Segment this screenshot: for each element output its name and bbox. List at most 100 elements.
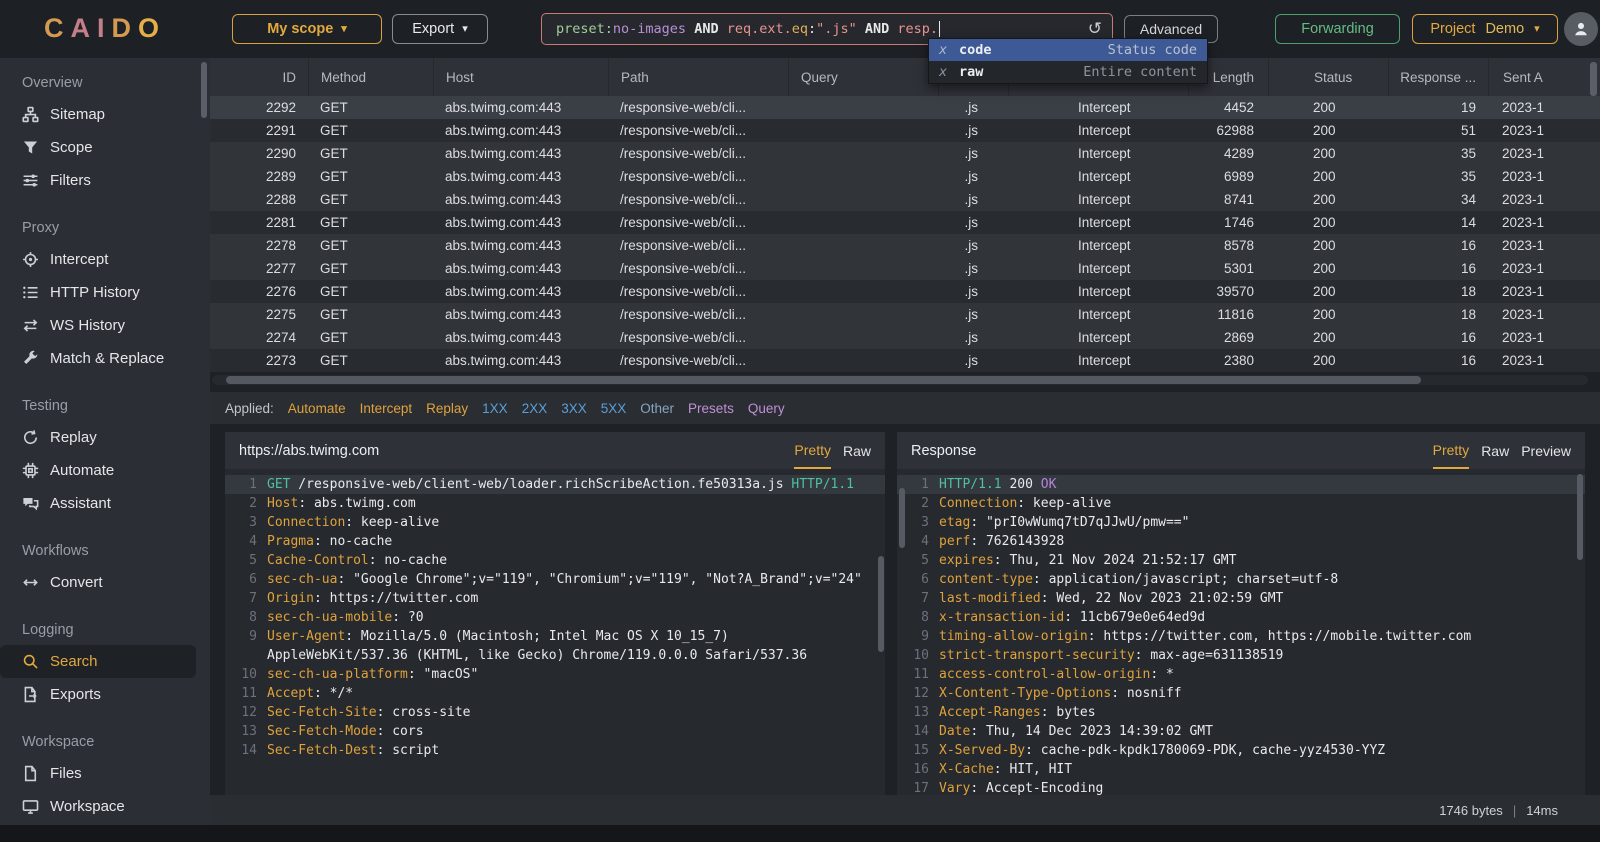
sidebar-item-scope[interactable]: Scope xyxy=(0,131,210,164)
table-row[interactable]: 2275 GET abs.twimg.com:443/responsive-web/… xyxy=(210,303,1600,326)
sidebar-item-automate[interactable]: Automate xyxy=(0,454,210,487)
table-cell: 62988 xyxy=(1216,123,1254,138)
line-number: 8 xyxy=(249,610,257,625)
table-cell: abs.twimg.com:443 xyxy=(445,284,562,299)
tab-pretty[interactable]: Pretty xyxy=(1432,432,1470,469)
search-query[interactable]: preset:no-images AND req.ext.eq:".js" AN… xyxy=(556,21,1082,37)
sidebar-item-replay[interactable]: Replay xyxy=(0,421,210,454)
sidebar-item-exports[interactable]: Exports xyxy=(0,678,210,711)
user-avatar[interactable] xyxy=(1564,12,1598,46)
filter-chip-other[interactable]: Other xyxy=(640,401,674,416)
table-row[interactable]: 2288 GET abs.twimg.com:443/responsive-web/… xyxy=(210,188,1600,211)
code-content: perf: 7626143928 xyxy=(939,534,1065,549)
table-row[interactable]: 2291 GET abs.twimg.com:443/responsive-web/… xyxy=(210,119,1600,142)
sidebar-item-files[interactable]: Files xyxy=(0,757,210,790)
table-row[interactable]: 2278 GET abs.twimg.com:443/responsive-web/… xyxy=(210,234,1600,257)
table-cell: GET xyxy=(320,353,348,368)
sidebar-item-filters[interactable]: Filters xyxy=(0,164,210,197)
column-header[interactable]: Response ... xyxy=(1388,58,1488,96)
line-number: 5 xyxy=(921,553,929,568)
code-content: Accept-Ranges: bytes xyxy=(939,705,1096,720)
table-cell: GET xyxy=(320,169,348,184)
table-vscroll-thumb[interactable] xyxy=(1590,62,1597,96)
column-header[interactable]: Host xyxy=(433,58,608,96)
sidebar-scrollbar[interactable] xyxy=(201,62,207,118)
filter-chip-intercept[interactable]: Intercept xyxy=(360,401,413,416)
table-cell: .js xyxy=(964,353,979,368)
sidebar-item-label: Workspace xyxy=(50,798,125,815)
applied-filters-bar: Applied: Automate Intercept Replay 1XX 2XX 3X… xyxy=(210,392,1600,424)
filter-chip-2xx[interactable]: 2XX xyxy=(522,401,548,416)
autocomplete-option-raw[interactable]: x raw Entire content xyxy=(929,61,1207,83)
table-cell: 18 xyxy=(1460,284,1476,299)
response-editor[interactable]: 1 HTTP/1.1 200 OK 2 Connection: keep-alive 3… xyxy=(897,469,1585,795)
table-cell: .js xyxy=(964,261,979,276)
sidebar-item-workspace[interactable]: Workspace xyxy=(0,790,210,823)
sidebar-item-label: Automate xyxy=(50,462,115,479)
table-cell: 2023-1 xyxy=(1502,146,1545,161)
sidebar-item-search[interactable]: Search xyxy=(0,645,196,678)
export-dropdown[interactable]: Export ▾ xyxy=(392,14,488,44)
filter-chip-query[interactable]: Query xyxy=(748,401,785,416)
filter-chip-1xx[interactable]: 1XX xyxy=(482,401,508,416)
column-header[interactable]: Path xyxy=(608,58,788,96)
refresh-query-icon[interactable]: ↺ xyxy=(1088,19,1102,39)
project-dropdown[interactable]: Project Demo ▾ xyxy=(1412,14,1558,44)
sidebar-item-sitemap[interactable]: Sitemap xyxy=(0,98,210,131)
filter-chip-3xx[interactable]: 3XX xyxy=(561,401,587,416)
column-header[interactable]: ID xyxy=(210,58,308,96)
code-line: 6 content-type: application/javascript; c… xyxy=(897,570,1585,589)
table-row[interactable]: 2277 GET abs.twimg.com:443/responsive-web/… xyxy=(210,257,1600,280)
table-cell: /responsive-web/cli... xyxy=(620,100,747,115)
type-indicator: x xyxy=(939,64,948,80)
table-cell: abs.twimg.com:443 xyxy=(445,330,562,345)
table-row[interactable]: 2289 GET abs.twimg.com:443/responsive-web/… xyxy=(210,165,1600,188)
sidebar-nav: Overview Sitemap Scope Filters Proxy Intercep… xyxy=(0,58,210,825)
tab-raw[interactable]: Raw xyxy=(843,432,871,469)
table-row[interactable]: 2273 GET abs.twimg.com:443/responsive-web/… xyxy=(210,349,1600,372)
table-hscroll-thumb[interactable] xyxy=(226,376,1421,384)
tab-pretty[interactable]: Pretty xyxy=(794,432,831,469)
sidebar-item-http-history[interactable]: HTTP History xyxy=(0,276,210,309)
filter-chip-5xx[interactable]: 5XX xyxy=(601,401,627,416)
forwarding-button[interactable]: Forwarding xyxy=(1275,14,1400,44)
response-scrollbar-thumb[interactable] xyxy=(1577,474,1583,560)
sidebar-item-convert[interactable]: Convert xyxy=(0,566,210,599)
line-number: 10 xyxy=(241,667,257,682)
filter-chip-automate[interactable]: Automate xyxy=(288,401,346,416)
table-cell: 35 xyxy=(1460,146,1476,161)
chevron-down-icon: ▾ xyxy=(1534,22,1540,35)
my-scope-dropdown[interactable]: My scope ▾ xyxy=(232,14,382,44)
sidebar-item-match-replace[interactable]: Match & Replace xyxy=(0,342,210,375)
table-row[interactable]: 2292 GET abs.twimg.com:443/responsive-web/… xyxy=(210,96,1600,119)
tab-raw[interactable]: Raw xyxy=(1481,432,1509,469)
table-cell: 8578 xyxy=(1223,238,1254,253)
filter-chip-replay[interactable]: Replay xyxy=(426,401,468,416)
column-header[interactable]: Sent A xyxy=(1488,58,1586,96)
table-row[interactable]: 2276 GET abs.twimg.com:443/responsive-web/… xyxy=(210,280,1600,303)
request-editor[interactable]: 1 GET /responsive-web/client-web/loader.r… xyxy=(225,469,885,760)
table-cell: 200 xyxy=(1313,169,1336,184)
table-hscroll-track[interactable] xyxy=(212,375,1588,385)
column-header[interactable]: Method xyxy=(308,58,433,96)
column-header[interactable]: Query xyxy=(788,58,938,96)
wrench-icon xyxy=(24,350,38,365)
chevron-down-icon: ▾ xyxy=(341,22,347,35)
table-cell: GET xyxy=(320,284,348,299)
tab-preview[interactable]: Preview xyxy=(1521,432,1571,469)
table-cell: GET xyxy=(320,238,348,253)
sidebar-item-label: Scope xyxy=(50,139,93,156)
sidebar-item-intercept[interactable]: Intercept xyxy=(0,243,210,276)
column-header[interactable]: Status xyxy=(1268,58,1388,96)
filter-chip-presets[interactable]: Presets xyxy=(688,401,734,416)
sidebar-section-label: Testing xyxy=(22,398,68,414)
sidebar-item-assistant[interactable]: Assistant xyxy=(0,487,210,520)
table-row[interactable]: 2290 GET abs.twimg.com:443/responsive-web/… xyxy=(210,142,1600,165)
table-row[interactable]: 2274 GET abs.twimg.com:443/responsive-web/… xyxy=(210,326,1600,349)
sidebar-item-ws-history[interactable]: WS History xyxy=(0,309,210,342)
table-cell: 2290 xyxy=(265,146,296,161)
autocomplete-option-code[interactable]: x code Status code xyxy=(929,39,1207,61)
request-scrollbar-thumb[interactable] xyxy=(878,556,884,652)
table-row[interactable]: 2281 GET abs.twimg.com:443/responsive-web/… xyxy=(210,211,1600,234)
response-left-scrollbar-thumb[interactable] xyxy=(899,488,905,548)
